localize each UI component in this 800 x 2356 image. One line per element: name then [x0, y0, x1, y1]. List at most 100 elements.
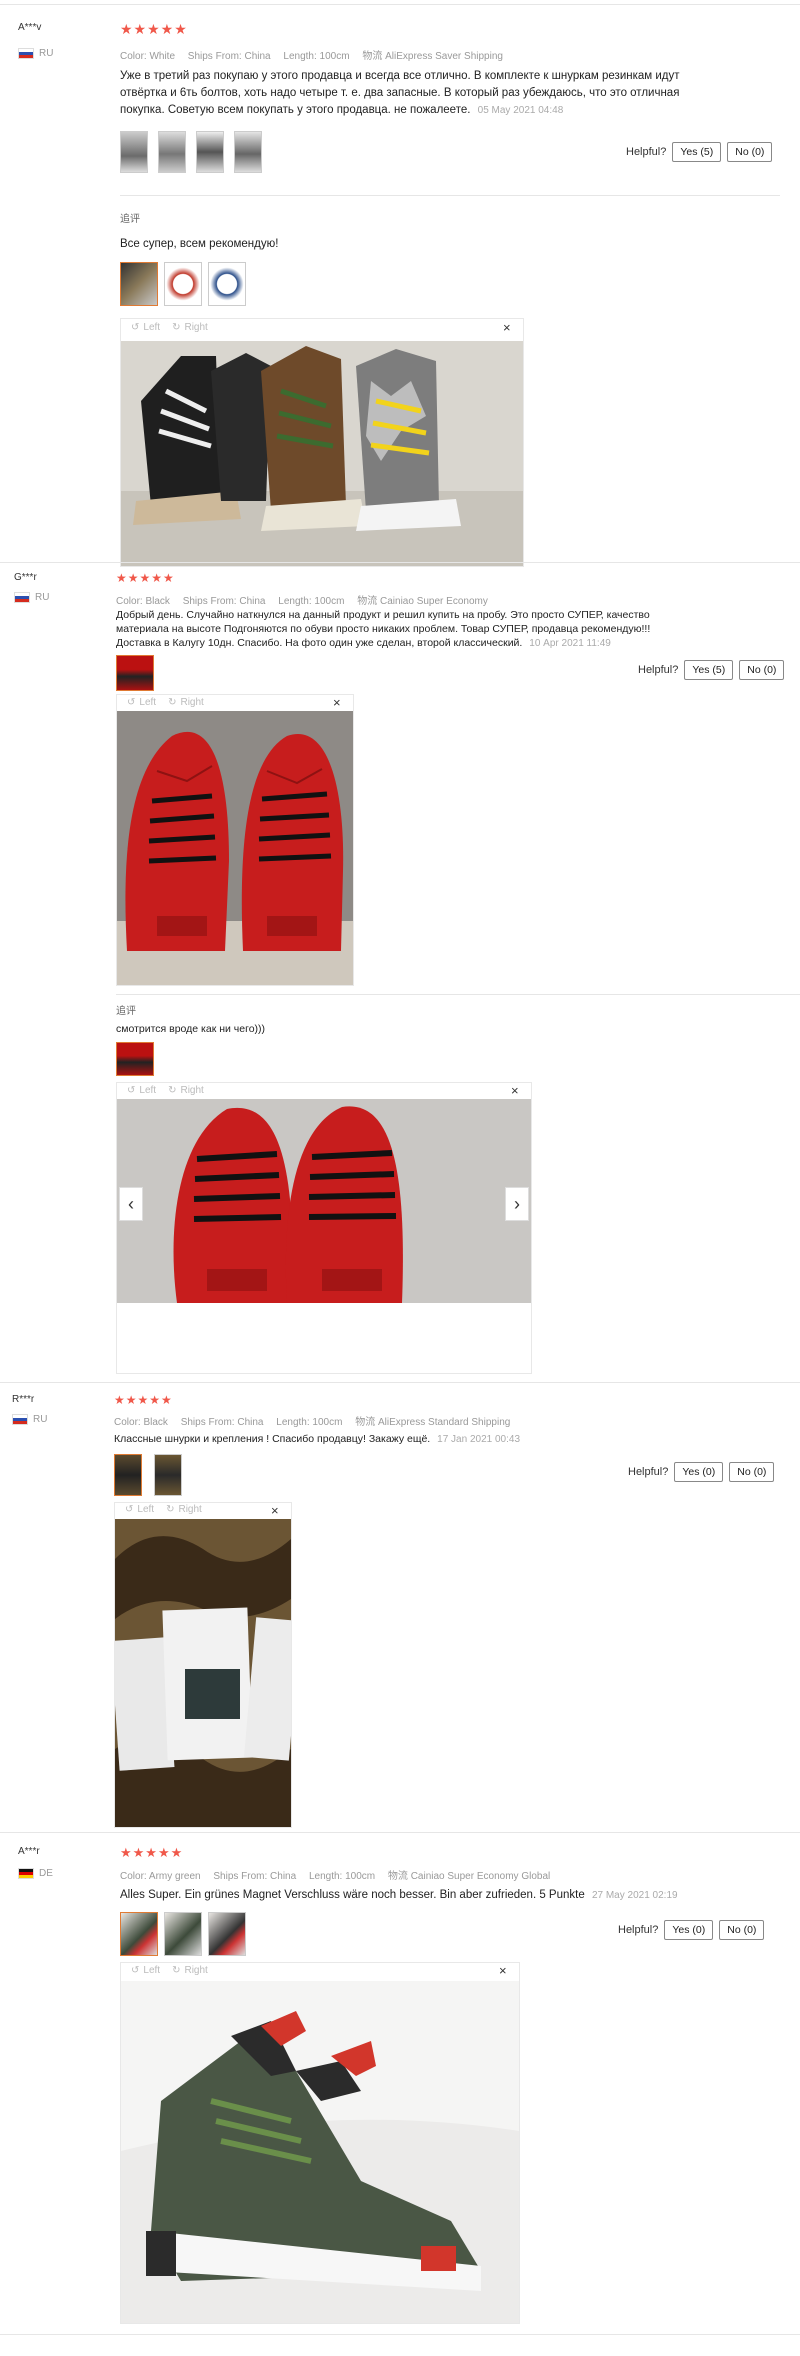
close-icon[interactable]: × — [503, 320, 511, 335]
divider — [0, 1832, 800, 1833]
review-thumbnail[interactable] — [154, 1454, 182, 1496]
rotate-left-label[interactable]: Left — [143, 1965, 160, 1976]
rotate-right-label[interactable]: Right — [184, 1965, 207, 1976]
review-thumbnail[interactable] — [164, 1912, 202, 1956]
additional-review-label: 追评 — [116, 1006, 136, 1017]
review-thumbnail[interactable] — [114, 1454, 142, 1496]
review-thumbnail[interactable] — [208, 1912, 246, 1956]
rotate-left-label[interactable]: Left — [139, 1085, 156, 1096]
review-thumbnails — [120, 131, 262, 173]
helpful-label: Helpful? — [618, 1924, 659, 1936]
green-sneakers-photo — [121, 1981, 519, 2323]
meta-ships: Ships From: China — [180, 1417, 264, 1428]
review-date: 27 May 2021 02:19 — [591, 1890, 678, 1901]
review-thumbnails — [116, 655, 154, 691]
rotate-left-icon[interactable]: ↺ — [125, 1504, 133, 1515]
review-thumbnail[interactable] — [116, 655, 154, 691]
rating-stars: ★★★★★ — [120, 1845, 184, 1860]
helpful-section: Helpful? Yes (0) No (0) — [618, 1920, 765, 1940]
rotate-right-label[interactable]: Right — [178, 1504, 201, 1515]
helpful-no-button[interactable]: No (0) — [727, 142, 773, 162]
close-icon[interactable]: × — [499, 1963, 507, 1978]
review-body: Alles Super. Ein grünes Magnet Verschlus… — [120, 1889, 585, 1901]
rotate-left-label[interactable]: Left — [137, 1504, 154, 1515]
rotate-right-icon[interactable]: ↻ — [172, 322, 180, 333]
review-thumbnail[interactable] — [208, 262, 246, 306]
helpful-label: Helpful? — [628, 1466, 669, 1478]
meta-ships: Ships From: China — [182, 596, 266, 607]
rotate-right-icon[interactable]: ↻ — [166, 1504, 174, 1515]
review-thumbnail[interactable] — [116, 1042, 154, 1076]
review-meta: Color: Black Ships From: China Length: 1… — [114, 1413, 520, 1428]
review-text: Классные шнурки и крепления ! Спасибо пр… — [114, 1431, 520, 1448]
russia-flag-icon — [14, 592, 30, 603]
germany-flag-icon — [18, 1868, 34, 1879]
review-photo — [121, 341, 523, 566]
rotate-left-icon[interactable]: ↺ — [131, 1965, 139, 1976]
red-sneakers-photo — [117, 711, 353, 985]
divider — [0, 2334, 800, 2335]
meta-shipping: 物流 Cainiao Super Economy — [357, 596, 488, 607]
additional-review-text: Все супер, всем рекомендую! — [120, 238, 279, 250]
rotate-left-icon[interactable]: ↺ — [131, 322, 139, 333]
close-icon[interactable]: × — [271, 1503, 279, 1518]
helpful-yes-button[interactable]: Yes (0) — [664, 1920, 714, 1940]
review-date: 05 May 2021 04:48 — [477, 105, 564, 116]
rotate-left-icon[interactable]: ↺ — [127, 1085, 135, 1096]
photo-viewer: ↺ Left ↻ Right × — [120, 1962, 520, 2324]
country-code: RU — [33, 1414, 48, 1425]
helpful-yes-button[interactable]: Yes (0) — [674, 1462, 724, 1482]
photo-viewer: ↺ Left ↻ Right × — [110, 1502, 302, 1828]
previous-photo-button[interactable]: ‹ — [119, 1187, 143, 1221]
reviewer-name: A***r — [18, 1846, 40, 1857]
rating-stars: ★★★★★ — [120, 21, 188, 37]
meta-color: Color: Army green — [120, 1871, 201, 1882]
helpful-section: Helpful? Yes (5) No (0) — [626, 142, 773, 162]
divider — [0, 562, 800, 563]
reviewer-country: RU — [18, 48, 53, 59]
review-thumbnail[interactable] — [120, 262, 158, 306]
helpful-no-button[interactable]: No (0) — [739, 660, 785, 680]
review-thumbnail[interactable] — [164, 262, 202, 306]
country-code: RU — [39, 48, 54, 59]
close-icon[interactable]: × — [333, 695, 341, 710]
rotate-right-icon[interactable]: ↻ — [172, 1965, 180, 1976]
meta-ships: Ships From: China — [187, 51, 271, 62]
next-photo-button[interactable]: › — [505, 1187, 529, 1221]
rotate-right-icon[interactable]: ↻ — [168, 1085, 176, 1096]
rotate-right-icon[interactable]: ↻ — [168, 697, 176, 708]
meta-color: Color: Black — [116, 596, 170, 607]
review-thumbnail[interactable] — [196, 131, 224, 173]
helpful-no-button[interactable]: No (0) — [729, 1462, 775, 1482]
helpful-no-button[interactable]: No (0) — [719, 1920, 765, 1940]
review-thumbnail[interactable] — [120, 1912, 158, 1956]
shoelace-packages-photo — [110, 1519, 302, 1827]
rotate-left-icon[interactable]: ↺ — [127, 697, 135, 708]
additional-review-label: 追评 — [120, 214, 140, 225]
helpful-label: Helpful? — [638, 664, 679, 676]
country-code: RU — [35, 592, 50, 603]
divider — [116, 994, 800, 995]
divider — [120, 195, 780, 196]
review-thumbnail[interactable] — [234, 131, 262, 173]
rotate-right-label[interactable]: Right — [180, 697, 203, 708]
helpful-yes-button[interactable]: Yes (5) — [684, 660, 734, 680]
helpful-yes-button[interactable]: Yes (5) — [672, 142, 722, 162]
rotate-right-label[interactable]: Right — [184, 322, 207, 333]
rotate-controls: ↺ Left ↻ Right — [127, 1085, 204, 1096]
close-icon[interactable]: × — [511, 1083, 519, 1098]
rotate-left-label[interactable]: Left — [139, 697, 156, 708]
rating-stars: ★★★★★ — [114, 1393, 173, 1407]
review-thumbnail[interactable] — [120, 131, 148, 173]
rotate-left-label[interactable]: Left — [143, 322, 160, 333]
review-thumbnail[interactable] — [158, 131, 186, 173]
rotate-controls: ↺ Left ↻ Right — [131, 1965, 208, 1976]
meta-ships: Ships From: China — [213, 1871, 297, 1882]
reviewer-name: A***v — [18, 22, 42, 33]
rotate-right-label[interactable]: Right — [180, 1085, 203, 1096]
sneakers-photo — [121, 341, 523, 566]
reviewer-name: R***r — [12, 1394, 35, 1405]
reviewer-country: DE — [18, 1868, 53, 1879]
rating-stars: ★★★★★ — [116, 571, 175, 585]
meta-color: Color: White — [120, 51, 176, 62]
